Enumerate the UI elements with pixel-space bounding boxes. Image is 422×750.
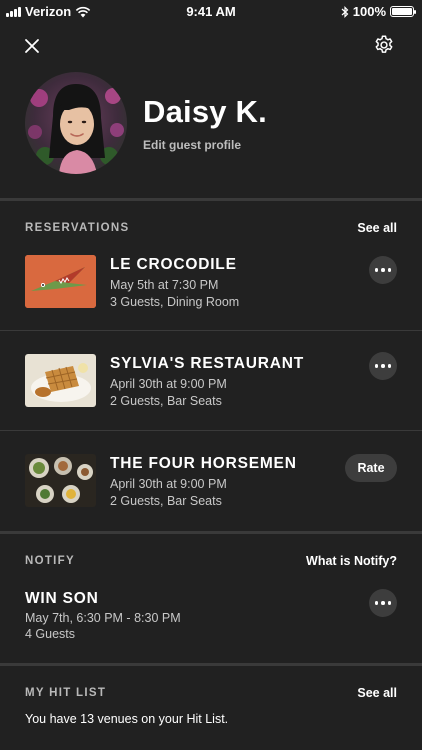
avatar[interactable]	[25, 72, 127, 174]
status-right: 100%	[341, 4, 416, 19]
restaurant-thumbnail	[25, 354, 96, 407]
restaurant-thumbnail	[25, 255, 96, 308]
reservation-guests: 2 Guests, Bar Seats	[110, 394, 222, 408]
gear-icon	[375, 35, 393, 53]
reservation-row[interactable]: THE FOUR HORSEMEN April 30th at 9:00 PM …	[0, 454, 422, 552]
reservations-see-all-link[interactable]: See all	[357, 221, 397, 235]
more-options-button[interactable]	[369, 352, 397, 380]
section-divider	[0, 198, 422, 201]
reservation-guests: 2 Guests, Bar Seats	[110, 494, 222, 508]
battery-fill	[392, 8, 412, 15]
reservation-title: LE CROCODILE	[110, 256, 237, 273]
food-spread-image	[25, 454, 96, 507]
notify-title: WIN SON	[25, 590, 99, 607]
edit-profile-link[interactable]: Edit guest profile	[143, 138, 241, 152]
more-icon-dot	[374, 364, 379, 368]
profile-name: Daisy K.	[143, 94, 267, 129]
what-is-notify-link[interactable]: What is Notify?	[306, 554, 397, 568]
waffle-image	[25, 354, 96, 407]
reservation-date: April 30th at 9:00 PM	[110, 477, 227, 491]
hit-list-summary: You have 13 venues on your Hit List.	[25, 712, 229, 726]
reservation-title: SYLVIA'S RESTAURANT	[110, 355, 304, 372]
close-button[interactable]	[20, 34, 44, 58]
row-divider	[0, 430, 422, 431]
crocodile-image	[25, 255, 96, 308]
restaurant-thumbnail	[25, 454, 96, 507]
reservation-row[interactable]: LE CROCODILE May 5th at 7:30 PM 3 Guests…	[0, 255, 422, 353]
settings-button[interactable]	[372, 33, 396, 57]
more-icon-dot	[374, 601, 379, 605]
reservation-date: May 5th at 7:30 PM	[110, 278, 219, 292]
notify-guests: 4 Guests	[25, 627, 76, 641]
reservation-title: THE FOUR HORSEMEN	[110, 455, 297, 472]
avatar-image	[28, 84, 124, 174]
more-icon-dot	[387, 601, 392, 605]
more-options-button[interactable]	[369, 256, 397, 284]
reservation-row[interactable]: SYLVIA'S RESTAURANT April 30th at 9:00 P…	[0, 352, 422, 452]
reservation-date: April 30th at 9:00 PM	[110, 377, 227, 391]
rate-button[interactable]: Rate	[345, 454, 397, 482]
bluetooth-icon	[341, 5, 349, 18]
more-icon-dot	[374, 268, 379, 272]
battery-label: 100%	[352, 4, 386, 19]
more-options-button[interactable]	[369, 589, 397, 617]
more-icon-dot	[381, 364, 385, 368]
hit-list-see-all-link[interactable]: See all	[357, 686, 397, 700]
row-divider	[0, 330, 422, 331]
more-icon-dot	[381, 601, 385, 605]
close-icon	[25, 39, 39, 53]
more-icon-dot	[387, 364, 392, 368]
section-divider	[0, 531, 422, 534]
battery-icon	[390, 6, 416, 17]
status-bar: Verizon 9:41 AM 100%	[0, 0, 422, 22]
notify-time: May 7th, 6:30 PM - 8:30 PM	[25, 611, 181, 625]
reservations-label: RESERVATIONS	[25, 222, 130, 234]
hit-list-label: MY HIT LIST	[25, 687, 107, 699]
more-icon-dot	[387, 268, 392, 272]
section-divider	[0, 663, 422, 666]
profile-header: Daisy K. Edit guest profile	[25, 72, 405, 178]
more-icon-dot	[381, 268, 385, 272]
notify-label: NOTIFY	[25, 555, 75, 567]
reservation-guests: 3 Guests, Dining Room	[110, 295, 240, 309]
